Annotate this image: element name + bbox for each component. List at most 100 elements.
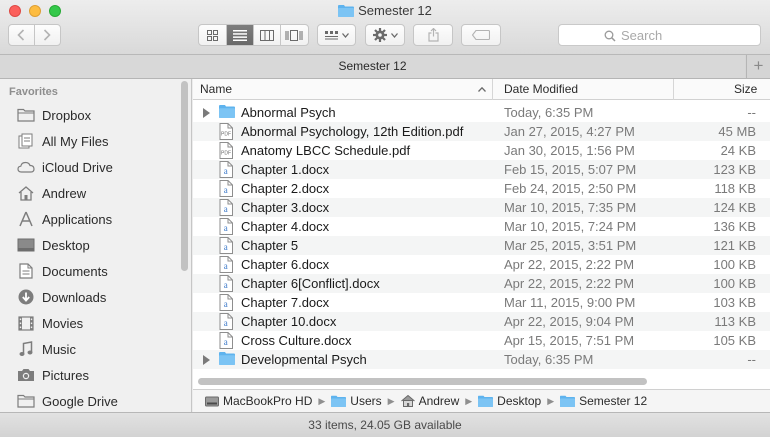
- movies-icon: [16, 314, 36, 332]
- file-size: --: [747, 105, 756, 120]
- column-size[interactable]: Size: [734, 79, 757, 100]
- file-size: 118 KB: [714, 181, 756, 196]
- sidebar-item-dropbox[interactable]: Dropbox: [0, 102, 180, 128]
- column-divider[interactable]: [492, 79, 493, 100]
- downloads-icon: [16, 288, 36, 306]
- table-row[interactable]: PDF Anatomy LBCC Schedule.pdf Jan 30, 2015…: [193, 141, 770, 160]
- column-name[interactable]: Name: [200, 79, 232, 100]
- sidebar-item-desktop[interactable]: Desktop: [0, 232, 180, 258]
- sidebar-item-label: Google Drive: [42, 393, 118, 409]
- file-name: Chapter 7.docx: [241, 295, 330, 310]
- file-size: 121 KB: [713, 238, 756, 253]
- file-size: 100 KB: [713, 257, 756, 272]
- list-view-button[interactable]: [226, 25, 254, 45]
- view-mode-control: [198, 24, 309, 46]
- table-row[interactable]: a Chapter 2.docx Feb 24, 2015, 2:50 PM 118 …: [193, 179, 770, 198]
- file-size: 124 KB: [713, 200, 756, 215]
- file-date-modified: Mar 10, 2015, 7:35 PM: [504, 200, 637, 215]
- file-name: Abnormal Psychology, 12th Edition.pdf: [241, 124, 464, 139]
- applications-icon: [16, 210, 36, 228]
- sidebar-item-label: Music: [42, 341, 76, 357]
- svg-text:a: a: [224, 337, 228, 347]
- sidebar-item-applications[interactable]: Applications: [0, 206, 180, 232]
- file-size: 45 MB: [718, 124, 756, 139]
- sort-ascending-icon: [478, 87, 486, 92]
- forward-button[interactable]: [35, 25, 60, 45]
- column-date-modified[interactable]: Date Modified: [504, 79, 578, 100]
- svg-text:a: a: [224, 223, 228, 233]
- path-crumb-desktop[interactable]: Desktop: [478, 394, 541, 408]
- table-row[interactable]: a Chapter 5 Mar 25, 2015, 3:51 PM 121 KB: [193, 236, 770, 255]
- table-row[interactable]: Abnormal Psych Today, 6:35 PM --: [193, 103, 770, 122]
- column-divider[interactable]: [673, 79, 674, 100]
- sidebar-item-all-my-files[interactable]: All My Files: [0, 128, 180, 154]
- path-crumb-label: Users: [350, 394, 382, 408]
- file-size: 113 KB: [714, 314, 756, 329]
- table-row[interactable]: a Chapter 1.docx Feb 15, 2015, 5:07 PM 123 …: [193, 160, 770, 179]
- search-placeholder: Search: [621, 27, 663, 43]
- file-name: Chapter 3.docx: [241, 200, 330, 215]
- path-bar: MacBookPro HD ▶ Users ▶ Andrew ▶ Desktop…: [193, 389, 770, 412]
- all-files-icon: [16, 132, 36, 150]
- sidebar-item-label: Downloads: [42, 289, 107, 305]
- file-date-modified: Apr 22, 2015, 2:22 PM: [504, 276, 635, 291]
- file-size: 105 KB: [713, 333, 756, 348]
- file-date-modified: Apr 22, 2015, 2:22 PM: [504, 257, 635, 272]
- sidebar-item-movies[interactable]: Movies: [0, 310, 180, 336]
- arrange-button[interactable]: [317, 24, 356, 46]
- icon-view-button[interactable]: [199, 25, 227, 45]
- path-crumb-label: Semester 12: [579, 394, 648, 408]
- disclosure-triangle-icon[interactable]: [203, 355, 210, 365]
- column-view-button[interactable]: [254, 25, 281, 45]
- table-row[interactable]: a Chapter 10.docx Apr 22, 2015, 9:04 PM 113…: [193, 312, 770, 331]
- window-title: Semester 12: [0, 3, 770, 18]
- file-date-modified: Jan 27, 2015, 4:27 PM: [504, 124, 635, 139]
- sidebar-item-music[interactable]: Music: [0, 336, 180, 362]
- sidebar-item-downloads[interactable]: Downloads: [0, 284, 180, 310]
- svg-text:a: a: [224, 242, 228, 252]
- path-separator-icon: ▶: [465, 395, 473, 406]
- file-name: Chapter 1.docx: [241, 162, 330, 177]
- sidebar-item-icloud-drive[interactable]: iCloud Drive: [0, 154, 180, 180]
- tags-button[interactable]: [461, 24, 501, 46]
- table-row[interactable]: a Chapter 6.docx Apr 22, 2015, 2:22 PM 100 …: [193, 255, 770, 274]
- action-button[interactable]: [365, 24, 405, 46]
- columns-icon: [259, 29, 274, 41]
- pictures-icon: [16, 366, 36, 384]
- table-row[interactable]: a Chapter 6[Conflict].docx Apr 22, 2015, 2…: [193, 274, 770, 293]
- path-crumb-andrew[interactable]: Andrew: [400, 394, 459, 408]
- table-row[interactable]: PDF Abnormal Psychology, 12th Edition.pdf…: [193, 122, 770, 141]
- table-row[interactable]: a Chapter 7.docx Mar 11, 2015, 9:00 PM 103 …: [193, 293, 770, 312]
- horizontal-scrollbar[interactable]: [198, 378, 647, 385]
- sidebar-item-google-drive[interactable]: Google Drive: [0, 388, 180, 412]
- coverflow-view-button[interactable]: [281, 25, 308, 45]
- tab-semester-12[interactable]: Semester 12: [0, 55, 745, 78]
- file-name: Chapter 6.docx: [241, 257, 330, 272]
- sidebar-scrollbar[interactable]: [181, 81, 188, 271]
- finder-window: Semester 12 Search Semester 12 + Favorit…: [0, 0, 770, 437]
- back-button[interactable]: [9, 25, 35, 45]
- disclosure-triangle-icon[interactable]: [203, 108, 210, 118]
- svg-text:a: a: [224, 204, 228, 214]
- file-size: 100 KB: [713, 276, 756, 291]
- file-size: 103 KB: [713, 295, 756, 310]
- share-button[interactable]: [413, 24, 453, 46]
- sidebar-item-documents[interactable]: Documents: [0, 258, 180, 284]
- sidebar-item-pictures[interactable]: Pictures: [0, 362, 180, 388]
- table-row[interactable]: a Cross Culture.docx Apr 15, 2015, 7:51 PM…: [193, 331, 770, 350]
- sidebar-item-andrew[interactable]: Andrew: [0, 180, 180, 206]
- table-row[interactable]: a Chapter 4.docx Mar 10, 2015, 7:24 PM 136 …: [193, 217, 770, 236]
- toolbar: Semester 12 Search: [0, 0, 770, 55]
- path-crumb-users[interactable]: Users: [331, 394, 382, 408]
- table-row[interactable]: a Chapter 3.docx Mar 10, 2015, 7:35 PM 124 …: [193, 198, 770, 217]
- search-field[interactable]: Search: [558, 24, 761, 46]
- sidebar: Favorites Dropbox All My Files iCloud Dr…: [0, 79, 192, 412]
- path-crumb-macbookpro-hd[interactable]: MacBookPro HD: [205, 394, 312, 408]
- path-crumb-semester-12[interactable]: Semester 12: [560, 394, 647, 408]
- new-tab-button[interactable]: +: [746, 55, 770, 78]
- folder-icon: [16, 392, 36, 410]
- table-row[interactable]: Developmental Psych Today, 6:35 PM --: [193, 350, 770, 369]
- search-icon: [604, 30, 616, 42]
- nav-buttons: [8, 24, 61, 46]
- sidebar-item-label: Andrew: [42, 185, 87, 201]
